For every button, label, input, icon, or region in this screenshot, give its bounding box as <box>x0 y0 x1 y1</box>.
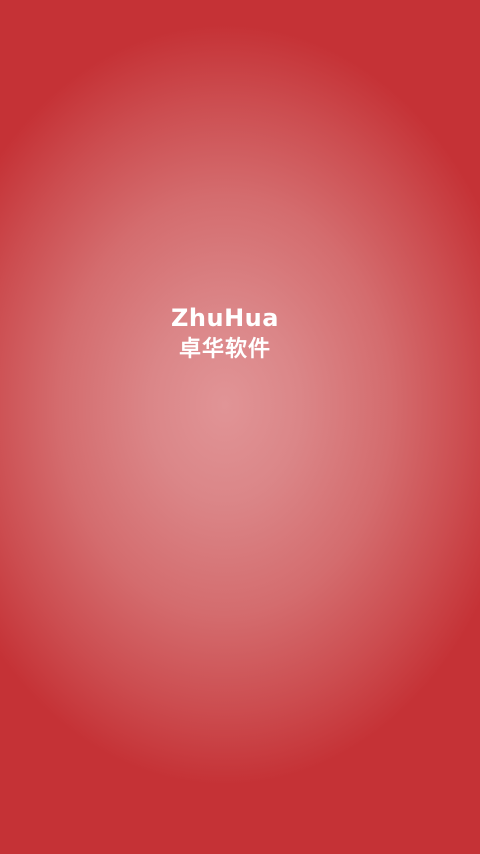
brand-name-chinese: 卓华软件 <box>178 337 271 362</box>
brand-logo: ZhuHua 卓华软件 <box>0 302 450 366</box>
splash-screen: ZhuHua 卓华软件 <box>0 0 480 854</box>
brand-name-english: ZhuHua <box>171 304 279 332</box>
